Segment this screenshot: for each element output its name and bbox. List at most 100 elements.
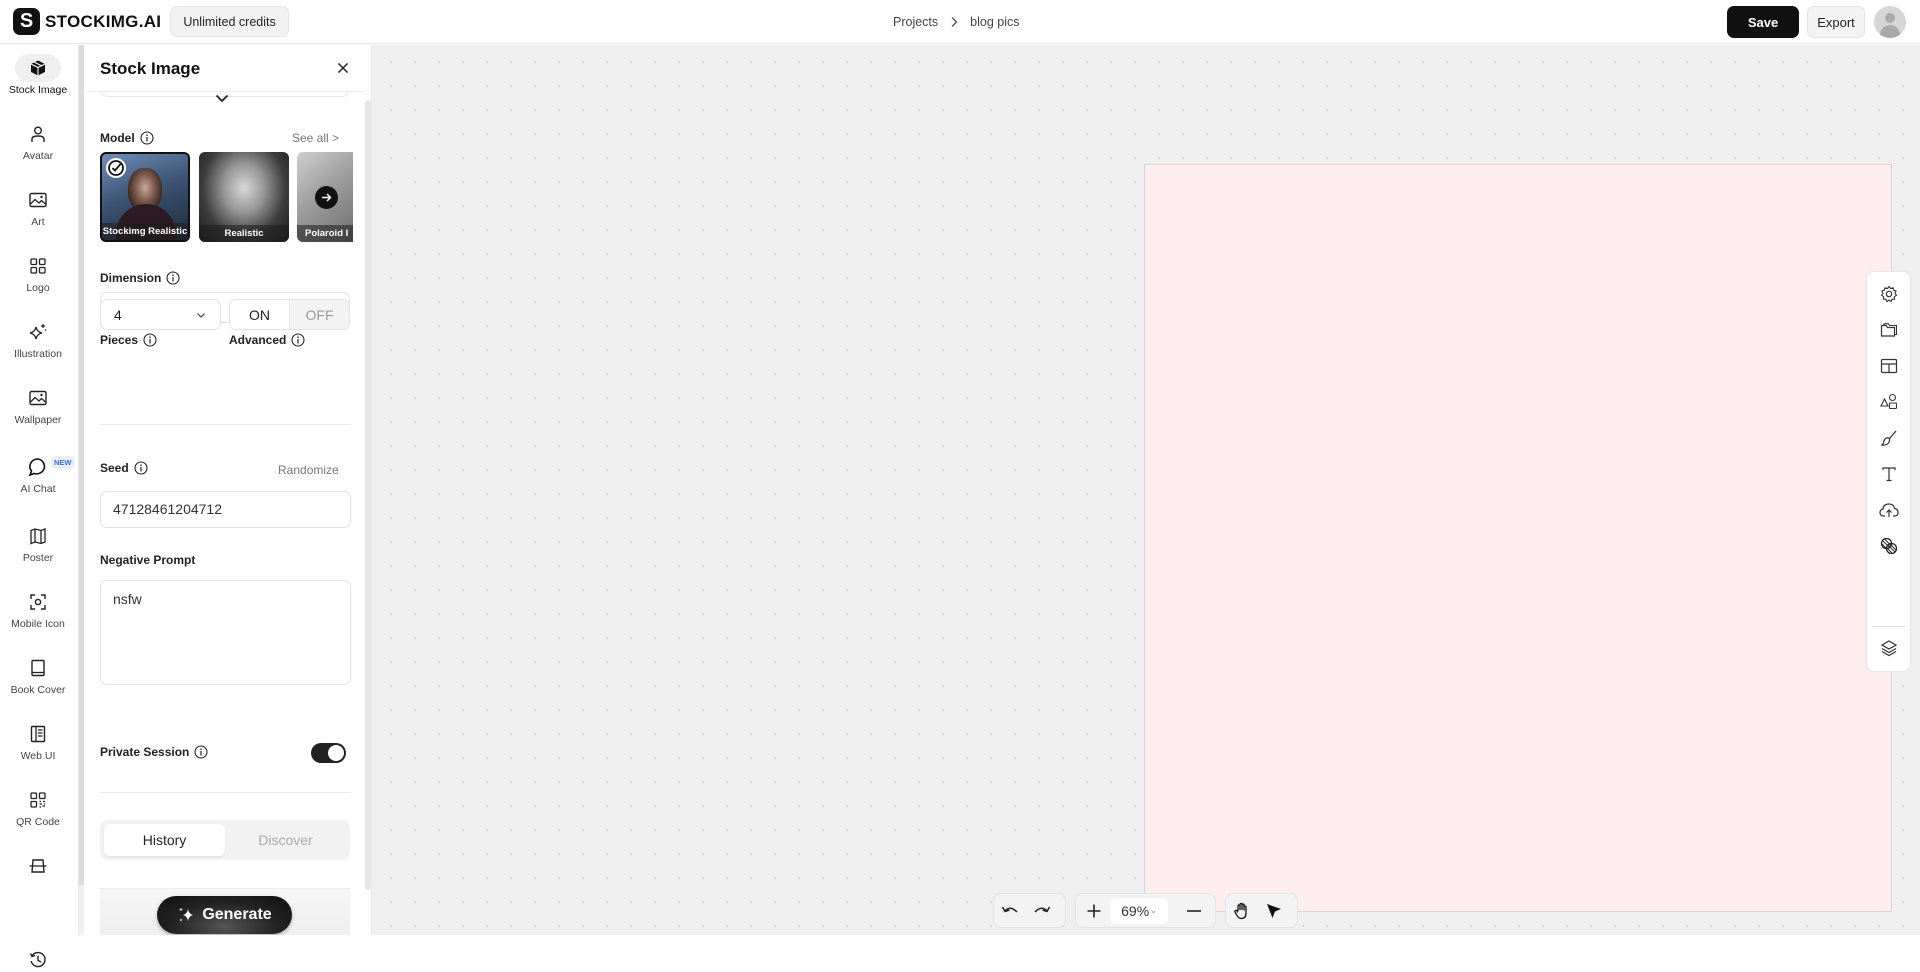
chevron-down-icon bbox=[215, 94, 229, 103]
zoom-level: 69% bbox=[1121, 902, 1150, 919]
layers-button[interactable] bbox=[1878, 637, 1900, 659]
new-badge: NEW bbox=[51, 456, 75, 469]
focus-icon bbox=[15, 588, 61, 616]
generate-label: Generate bbox=[202, 906, 272, 923]
info-icon[interactable] bbox=[291, 333, 305, 347]
sidebar-item-mobile-icon[interactable]: Mobile Icon bbox=[0, 588, 76, 642]
divider bbox=[100, 792, 350, 793]
model-card-realistic[interactable]: Realistic bbox=[199, 152, 289, 242]
randomize-seed-button[interactable]: Randomize bbox=[278, 463, 339, 477]
canvas-area[interactable] bbox=[372, 45, 1920, 935]
pan-tool-button[interactable] bbox=[1226, 895, 1258, 927]
elements-button[interactable] bbox=[1878, 391, 1900, 413]
advanced-label: Advanced bbox=[229, 333, 305, 347]
save-button[interactable]: Save bbox=[1727, 6, 1799, 38]
pattern-icon bbox=[1880, 537, 1898, 555]
history-discover-tabs: History Discover bbox=[100, 820, 350, 860]
seed-input[interactable]: 47128461204712 bbox=[100, 491, 351, 528]
divider bbox=[1872, 626, 1906, 627]
tab-history[interactable]: History bbox=[104, 824, 225, 856]
sidebar-item-qr-code[interactable]: QR Code bbox=[0, 786, 76, 840]
sidebar-item-stock-image[interactable]: Stock Image bbox=[0, 54, 76, 108]
sidebar-item-avatar[interactable]: Avatar bbox=[0, 120, 76, 174]
close-panel-button[interactable] bbox=[333, 58, 353, 78]
brand-name: STOCKIMG.AI bbox=[45, 11, 162, 31]
grid-icon bbox=[15, 252, 61, 280]
history-icon bbox=[29, 951, 47, 969]
private-session-toggle[interactable] bbox=[311, 743, 346, 763]
settings-button[interactable] bbox=[1878, 283, 1900, 305]
top-bar: S STOCKIMG.AI Unlimited credits Projects… bbox=[0, 0, 1920, 44]
expand-button[interactable] bbox=[211, 87, 233, 109]
history-controls bbox=[993, 893, 1066, 928]
sidebar-item-web-ui[interactable]: Web UI bbox=[0, 720, 76, 774]
zoom-controls: 69% ⌄ bbox=[1075, 893, 1216, 928]
templates-button[interactable] bbox=[1878, 355, 1900, 377]
projects-button[interactable] bbox=[1878, 319, 1900, 341]
upload-cloud-icon bbox=[1879, 502, 1899, 518]
negative-prompt-label: Negative Prompt bbox=[100, 553, 195, 567]
pointer-controls bbox=[1225, 893, 1298, 928]
sidebar-item-art[interactable]: Art bbox=[0, 186, 76, 240]
layout-icon bbox=[15, 720, 61, 748]
sidebar-scrollbar[interactable] bbox=[78, 45, 84, 935]
zoom-level-dropdown[interactable]: 69% ⌄ bbox=[1110, 897, 1168, 924]
chevron-right-icon bbox=[950, 16, 958, 28]
info-icon[interactable] bbox=[194, 745, 208, 759]
info-icon[interactable] bbox=[143, 333, 157, 347]
info-icon[interactable] bbox=[134, 461, 148, 475]
model-card-label: Polaroid I bbox=[297, 225, 353, 242]
redo-button[interactable] bbox=[1026, 895, 1058, 927]
text-icon bbox=[1881, 466, 1897, 482]
sidebar-scrollbar-thumb[interactable] bbox=[79, 45, 84, 885]
sidebar-item-poster[interactable]: Poster bbox=[0, 522, 76, 576]
model-label-text: Model bbox=[100, 131, 135, 145]
model-card-polaroid[interactable]: Polaroid I bbox=[297, 152, 353, 242]
sidebar-item-3d[interactable] bbox=[0, 852, 76, 906]
sidebar-item-wallpaper[interactable]: Wallpaper bbox=[0, 384, 76, 438]
select-tool-button[interactable] bbox=[1258, 895, 1290, 927]
zoom-out-button[interactable] bbox=[1178, 895, 1210, 927]
book-icon bbox=[15, 654, 61, 682]
info-icon[interactable] bbox=[166, 271, 180, 285]
see-all-models-link[interactable]: See all > bbox=[292, 131, 339, 145]
sidebar-item-label: Illustration bbox=[14, 348, 62, 360]
credits-badge[interactable]: Unlimited credits bbox=[170, 6, 289, 37]
pieces-select[interactable]: 4 bbox=[100, 299, 221, 330]
info-icon[interactable] bbox=[140, 131, 154, 145]
sidebar-item-label: Poster bbox=[22, 552, 54, 564]
sidebar-item-label: Mobile Icon bbox=[11, 618, 65, 630]
breadcrumb-projects[interactable]: Projects bbox=[893, 15, 938, 29]
sidebar-item-ai-chat[interactable]: NEW AI Chat bbox=[0, 453, 76, 507]
advanced-off-button[interactable]: OFF bbox=[289, 300, 349, 329]
patterns-button[interactable] bbox=[1878, 535, 1900, 557]
advanced-on-button[interactable]: ON bbox=[230, 300, 289, 329]
sidebar-item-illustration[interactable]: Illustration bbox=[0, 318, 76, 372]
history-button[interactable] bbox=[26, 948, 50, 972]
qr-icon bbox=[15, 786, 61, 814]
text-button[interactable] bbox=[1878, 463, 1900, 485]
folder-icon bbox=[1880, 322, 1898, 338]
model-card-stockimg-realistic[interactable]: Stockimg Realistic bbox=[100, 152, 190, 242]
tab-discover[interactable]: Discover bbox=[225, 824, 346, 856]
breadcrumb-current[interactable]: blog pics bbox=[970, 15, 1019, 29]
logo[interactable]: S STOCKIMG.AI bbox=[13, 8, 161, 35]
undo-icon bbox=[1001, 904, 1019, 918]
sidebar-item-book-cover[interactable]: Book Cover bbox=[0, 654, 76, 708]
undo-button[interactable] bbox=[994, 895, 1026, 927]
upload-button[interactable] bbox=[1878, 499, 1900, 521]
image-icon bbox=[15, 186, 61, 214]
logo-icon: S bbox=[13, 8, 40, 35]
negative-prompt-textarea[interactable]: nsfw bbox=[100, 580, 351, 685]
sidebar-item-label: Web UI bbox=[20, 750, 56, 762]
zoom-in-button[interactable] bbox=[1078, 895, 1110, 927]
sidebar-item-logo[interactable]: Logo bbox=[0, 252, 76, 306]
artboard[interactable] bbox=[1144, 164, 1892, 912]
export-button[interactable]: Export bbox=[1807, 6, 1865, 38]
generate-button[interactable]: Generate bbox=[157, 896, 292, 934]
draw-button[interactable] bbox=[1878, 427, 1900, 449]
breadcrumb: Projects blog pics bbox=[893, 0, 1020, 44]
arrow-right-icon[interactable] bbox=[315, 186, 338, 209]
user-avatar[interactable] bbox=[1874, 6, 1906, 38]
right-toolbar bbox=[1866, 271, 1911, 672]
